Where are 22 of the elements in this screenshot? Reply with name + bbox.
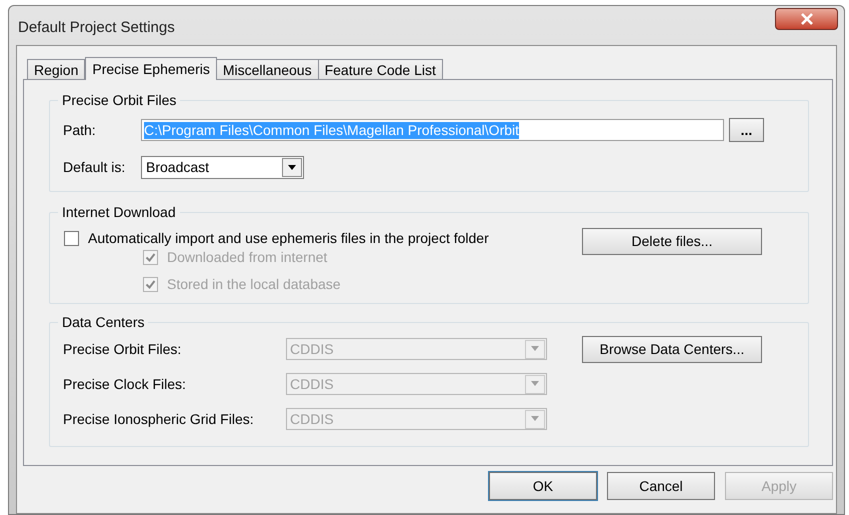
close-button[interactable] bbox=[775, 8, 838, 30]
tab[interactable]: Miscellaneous bbox=[216, 59, 319, 79]
checkbox[interactable] bbox=[64, 231, 79, 246]
checkbox-label: Automatically import and use ephemeris files in the project folder bbox=[88, 229, 489, 248]
browse-data-centers-button[interactable]: Browse Data Centers... bbox=[582, 336, 762, 363]
dialog-button[interactable]: OK bbox=[489, 472, 597, 500]
tab[interactable]: Feature Code List bbox=[318, 59, 443, 79]
field-label: Precise Clock Files: bbox=[63, 374, 187, 394]
checkbox-label: Stored in the local database bbox=[167, 275, 341, 294]
tab[interactable]: Region bbox=[27, 59, 86, 79]
default-dropdown[interactable]: Broadcast bbox=[141, 156, 304, 179]
dialog-button[interactable]: Cancel bbox=[607, 472, 715, 500]
field-label: Precise Ionospheric Grid Files: bbox=[63, 410, 255, 429]
field-label: Precise Orbit Files: bbox=[63, 340, 182, 358]
tab[interactable]: Precise Ephemeris bbox=[85, 57, 217, 80]
field-label: Path: bbox=[63, 120, 97, 140]
window-title: Default Project Settings bbox=[18, 18, 175, 38]
checkbox-label: Downloaded from internet bbox=[167, 248, 328, 267]
browse-button[interactable]: ... bbox=[729, 118, 764, 142]
close-icon bbox=[800, 13, 814, 25]
field-label: Default is: bbox=[63, 158, 126, 177]
delete-files-button[interactable]: Delete files... bbox=[582, 228, 762, 255]
